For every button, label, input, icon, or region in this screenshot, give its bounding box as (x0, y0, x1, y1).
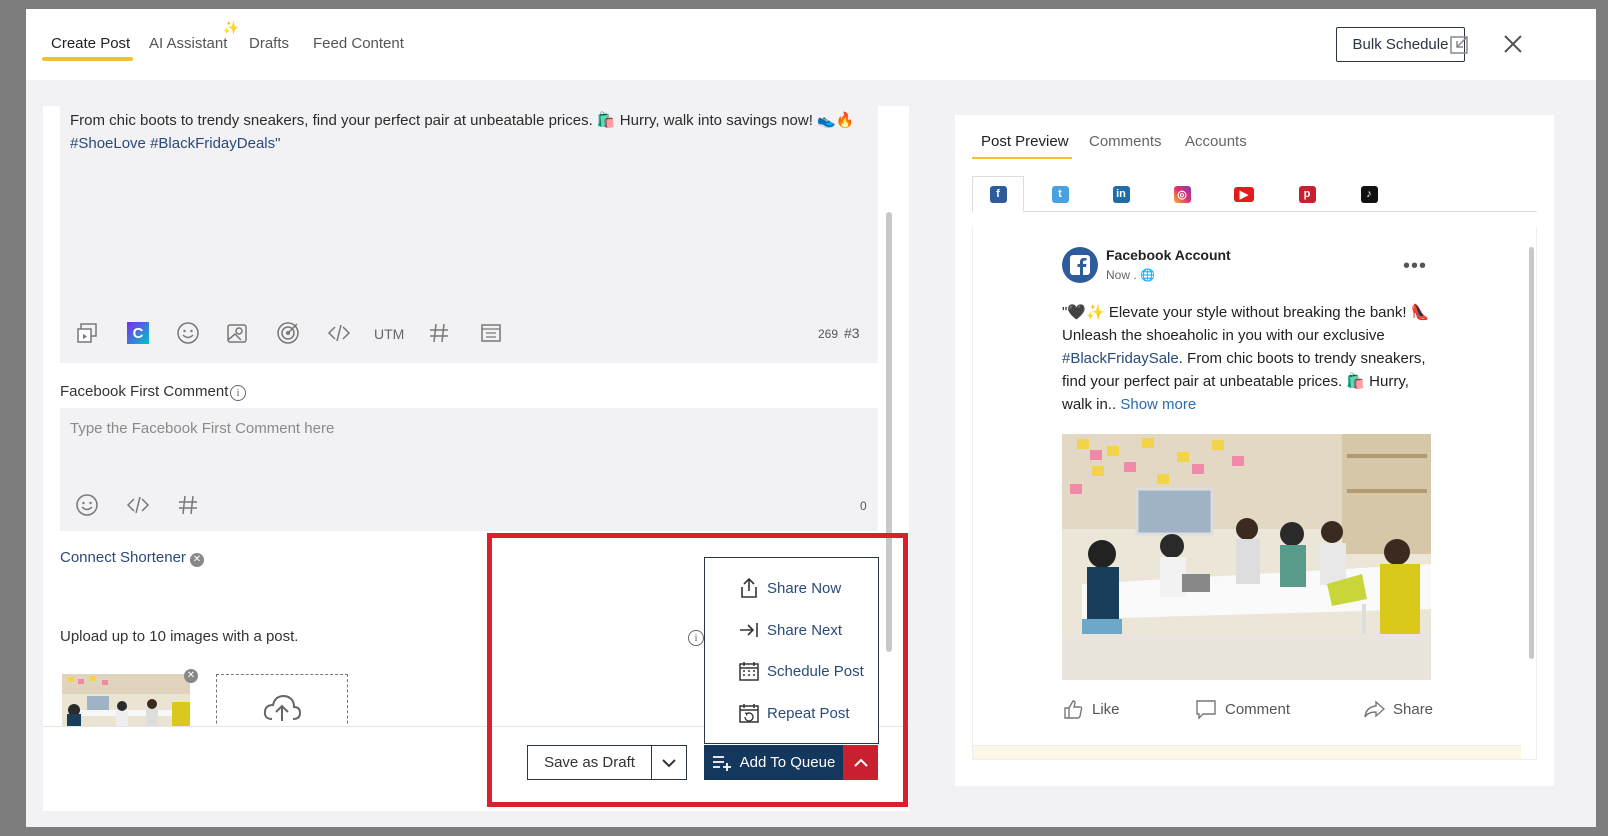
share-now-option[interactable]: Share Now (767, 580, 841, 597)
chevron-up-icon (853, 758, 868, 767)
comment-icon (1196, 700, 1216, 720)
tiktok-icon[interactable]: ♪ (1343, 176, 1395, 212)
tab-create-post[interactable]: Create Post (51, 35, 130, 52)
chevron-down-icon (662, 758, 676, 767)
post-image (1062, 434, 1431, 680)
connect-shortener-link[interactable]: Connect Shortener (60, 549, 186, 566)
save-as-draft-button[interactable]: Save as Draft (527, 745, 652, 780)
post-time: Now . 🌐 (1106, 268, 1155, 282)
linkedin-icon[interactable]: in (1095, 176, 1147, 212)
publish-options-toggle[interactable] (843, 745, 878, 780)
compose-scrollbar[interactable] (886, 212, 892, 652)
comment-button[interactable]: Comment (1195, 698, 1290, 720)
facebook-post-preview: Facebook Account Now . 🌐 ••• "🖤✨ Elevate… (972, 227, 1537, 760)
media-icon[interactable] (74, 320, 100, 346)
repeat-post-option[interactable]: Repeat Post (767, 705, 850, 722)
share-next-icon (740, 623, 758, 637)
upload-hint: Upload up to 10 images with a post. (60, 628, 299, 645)
first-comment-label: Facebook First Comment (60, 383, 229, 400)
repeat-calendar-icon (739, 704, 759, 723)
account-name: Facebook Account (1106, 247, 1231, 263)
tab-comments[interactable]: Comments (1089, 133, 1162, 150)
tab-ai-assistant[interactable]: AI Assistant (149, 35, 227, 52)
share-button[interactable]: Share (1363, 698, 1433, 720)
emoji-icon[interactable] (175, 320, 201, 346)
facebook-avatar (1062, 247, 1098, 283)
remove-image-icon[interactable]: ✕ (184, 669, 198, 683)
tab-feed-content[interactable]: Feed Content (313, 35, 404, 52)
info-icon[interactable]: i (688, 630, 704, 646)
more-options-icon[interactable]: ••• (1403, 255, 1427, 278)
schedule-post-option[interactable]: Schedule Post (767, 663, 864, 680)
show-more-link[interactable]: Show more (1120, 396, 1196, 413)
queue-add-icon (712, 755, 731, 771)
first-comment-input[interactable] (70, 420, 850, 437)
like-button[interactable]: Like (1062, 698, 1120, 720)
active-preview-tab-indicator (972, 157, 1072, 159)
first-comment-box: 0 (60, 408, 878, 531)
close-icon[interactable] (1500, 31, 1526, 57)
share-arrow-icon (1364, 700, 1385, 718)
calendar-icon (739, 662, 759, 681)
draft-options-toggle[interactable] (651, 745, 687, 780)
info-icon[interactable]: i (230, 385, 246, 401)
youtube-icon[interactable]: ▶ (1218, 176, 1270, 212)
char-count: 269 (818, 327, 839, 341)
utm-button[interactable]: UTM (374, 326, 404, 342)
tab-drafts[interactable]: Drafts (249, 35, 289, 52)
active-tab-indicator (42, 57, 133, 61)
code-icon[interactable] (125, 492, 151, 518)
post-hashtags: #ShoeLove #BlackFridayDeals" (70, 135, 281, 152)
post-editor[interactable]: From chic boots to trendy sneakers, find… (60, 106, 878, 363)
uploaded-image-thumbnail[interactable] (62, 674, 190, 729)
code-icon[interactable] (326, 320, 352, 346)
thumbs-up-icon (1064, 700, 1083, 719)
share-next-option[interactable]: Share Next (767, 622, 842, 639)
pinterest-icon[interactable]: p (1281, 176, 1333, 212)
hashtag-icon[interactable] (175, 492, 201, 518)
preview-post-text: "🖤✨ Elevate your style without breaking … (1062, 304, 1430, 413)
image-library-icon[interactable] (224, 320, 250, 346)
share-now-icon (741, 577, 757, 598)
post-text[interactable]: From chic boots to trendy sneakers, find… (70, 109, 860, 155)
hashtag-count: #3 (844, 325, 860, 341)
instagram-icon[interactable]: ◎ (1156, 176, 1208, 212)
sparkle-icon: ✨ (223, 20, 240, 35)
template-icon[interactable] (478, 320, 504, 346)
hashtag-icon[interactable] (426, 320, 452, 346)
post-body-text: From chic boots to trendy sneakers, find… (70, 112, 855, 129)
remove-shortener-icon[interactable]: ✕ (190, 553, 204, 567)
target-icon[interactable] (275, 320, 301, 346)
facebook-icon[interactable]: f (972, 176, 1024, 212)
bulk-schedule-button[interactable]: Bulk Schedule (1336, 27, 1465, 62)
tab-accounts[interactable]: Accounts (1185, 133, 1247, 150)
canva-icon[interactable]: C (125, 320, 151, 346)
add-to-queue-button[interactable]: Add To Queue (704, 745, 843, 780)
minimize-icon[interactable] (1447, 31, 1473, 57)
modal-header: Create Post AI Assistant ✨ Drafts Feed C… (26, 9, 1596, 80)
preview-bottom-strip (973, 745, 1521, 759)
add-to-queue-label: Add To Queue (739, 754, 836, 771)
upload-image-dropzone[interactable] (216, 674, 348, 734)
preview-scrollbar[interactable] (1529, 247, 1534, 659)
cloud-upload-icon (263, 694, 302, 721)
publish-options-menu: Share Now Share Next Schedule Post Repea… (704, 557, 879, 744)
globe-icon: 🌐 (1140, 268, 1155, 282)
tab-post-preview[interactable]: Post Preview (981, 133, 1069, 150)
social-network-tabs: f t in ◎ ▶ p ♪ (972, 176, 1537, 212)
first-comment-count: 0 (860, 499, 867, 513)
emoji-icon[interactable] (74, 492, 100, 518)
twitter-icon[interactable]: t (1034, 176, 1086, 212)
preview-panel: Post Preview Comments Accounts f t in ◎ … (955, 115, 1554, 786)
